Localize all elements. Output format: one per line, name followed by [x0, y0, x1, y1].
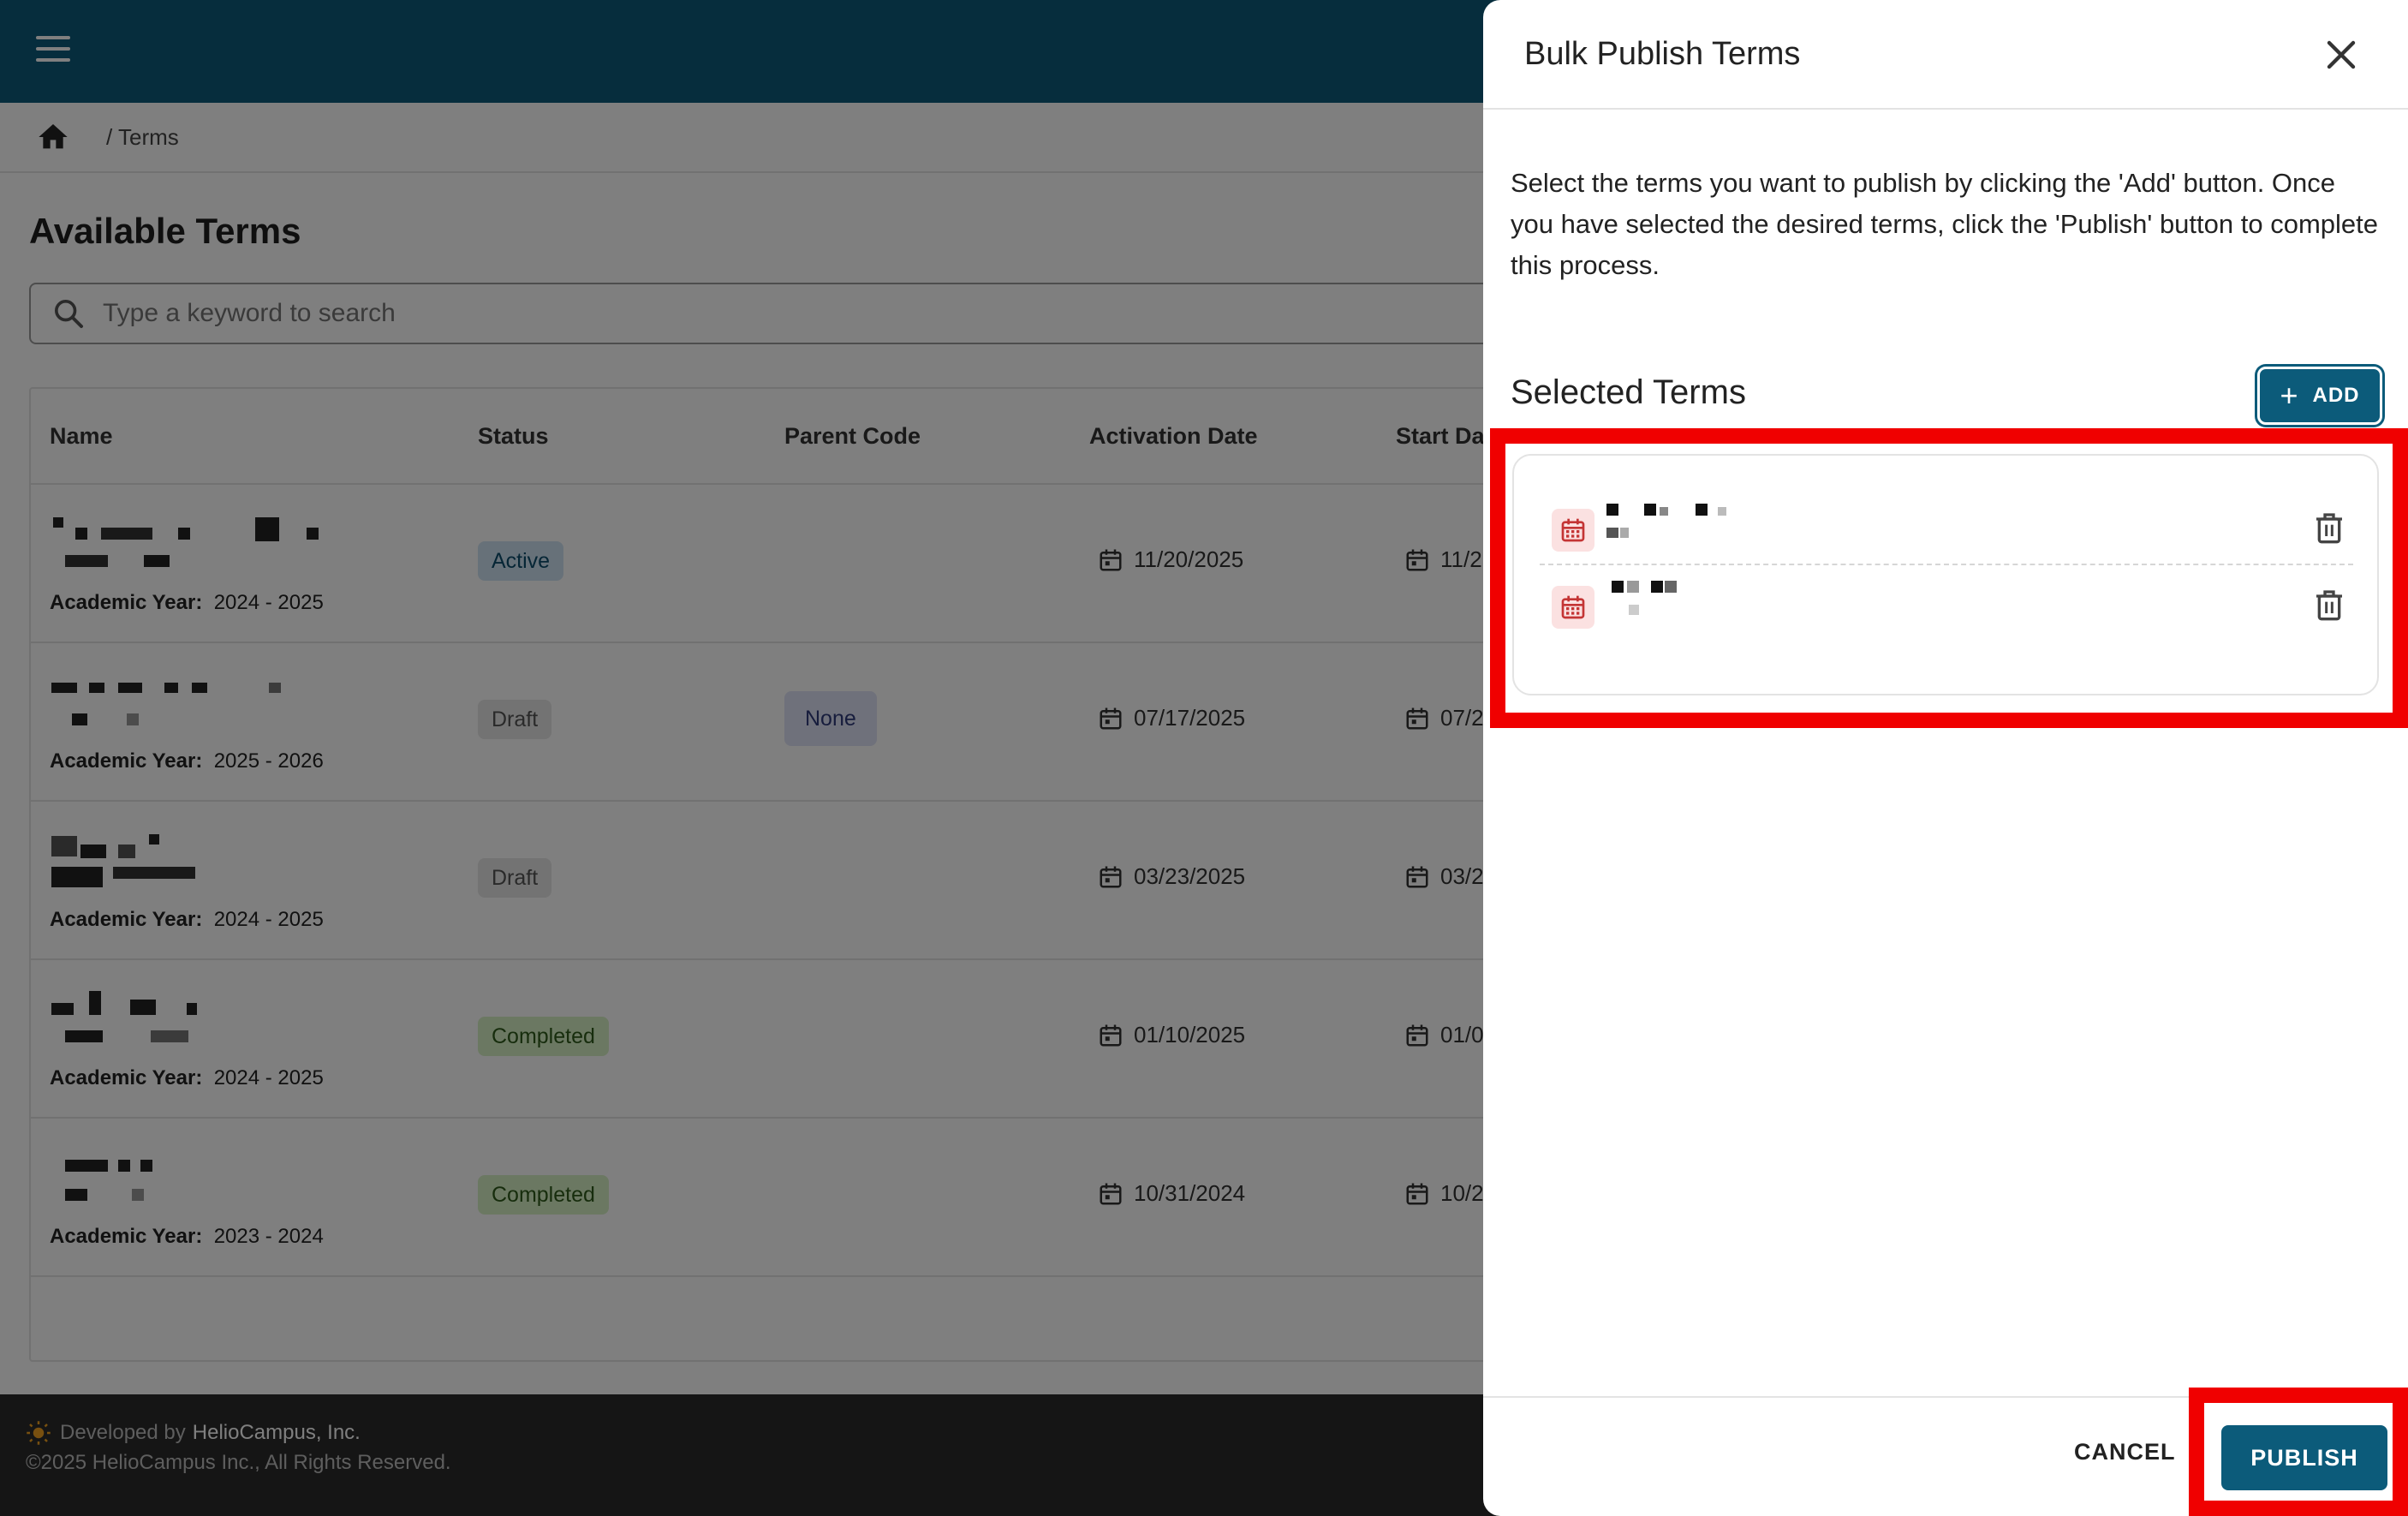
cancel-button[interactable]: CANCEL — [2074, 1439, 2176, 1465]
plus-icon: + — [2280, 378, 2299, 413]
panel-header: Bulk Publish Terms — [1483, 0, 2408, 110]
bulk-publish-panel: Bulk Publish Terms Select the terms you … — [1483, 0, 2408, 1516]
selected-terms-title: Selected Terms — [1511, 373, 1746, 411]
panel-description: Select the terms you want to publish by … — [1511, 168, 2378, 280]
add-button-label: ADD — [2312, 384, 2360, 407]
panel-title: Bulk Publish Terms — [1524, 36, 1801, 72]
highlight-publish-button — [2189, 1388, 2408, 1516]
add-button[interactable]: + ADD — [2257, 367, 2382, 425]
close-icon[interactable] — [2321, 34, 2362, 75]
highlight-selected-terms — [1490, 428, 2408, 728]
